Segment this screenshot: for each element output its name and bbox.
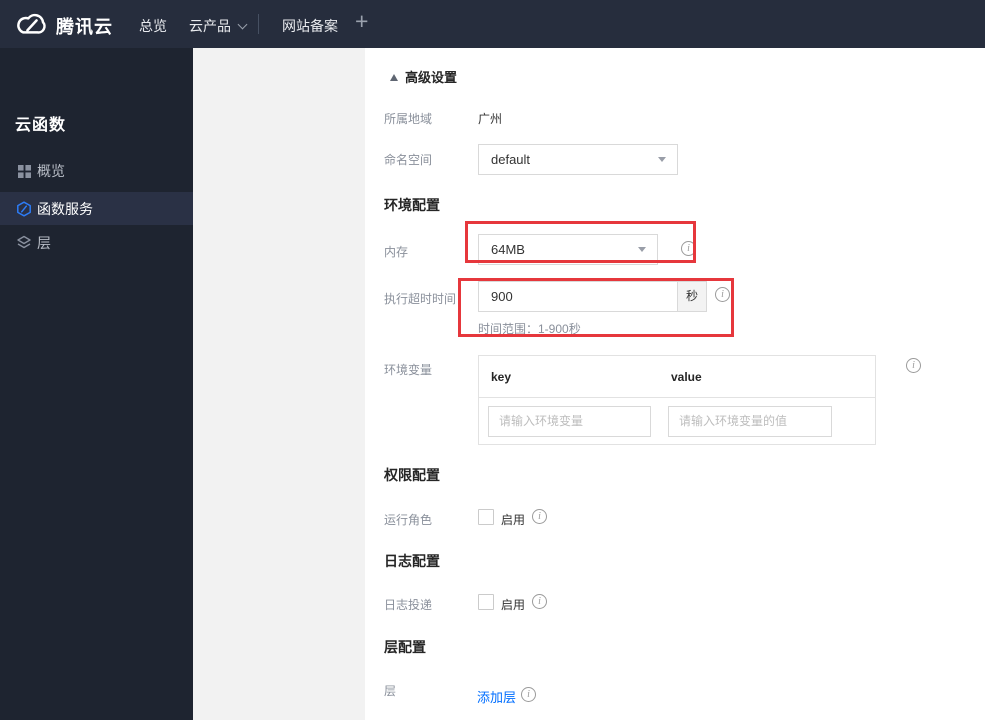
env-key-header: key bbox=[491, 369, 512, 384]
timeout-input[interactable] bbox=[479, 282, 677, 311]
caret-down-icon bbox=[658, 157, 666, 162]
log-delivery-label: 日志投递 bbox=[384, 598, 433, 612]
env-vars-table: key value bbox=[478, 355, 876, 445]
env-vars-input-row bbox=[479, 398, 875, 444]
section-env-config: 环境配置 bbox=[384, 197, 440, 213]
nav-divider bbox=[258, 14, 259, 34]
timeout-unit: 秒 bbox=[677, 282, 706, 311]
layer-info-icon[interactable]: i bbox=[521, 687, 536, 702]
env-value-input[interactable] bbox=[668, 405, 832, 437]
env-vars-label: 环境变量 bbox=[384, 363, 433, 377]
sidebar-item-functions[interactable]: 函数服务 bbox=[0, 192, 193, 225]
log-delivery-enable-label: 启用 bbox=[501, 598, 526, 612]
sidebar-item-layers[interactable]: 层 bbox=[0, 226, 193, 260]
layer-label: 层 bbox=[384, 684, 397, 698]
scf-hexagon-icon bbox=[16, 200, 32, 217]
nav-products-label: 云产品 bbox=[189, 18, 231, 34]
timeout-label: 执行超时时间 bbox=[384, 292, 457, 306]
region-value: 广州 bbox=[478, 112, 503, 126]
log-delivery-info-icon[interactable]: i bbox=[532, 594, 547, 609]
add-layer-link[interactable]: 添加层 bbox=[477, 687, 516, 706]
sidebar: 云函数 概览 函数服务 层 bbox=[0, 48, 193, 720]
sidebar-title: 云函数 bbox=[15, 117, 67, 134]
namespace-label: 命名空间 bbox=[384, 153, 433, 167]
run-role-label: 运行角色 bbox=[384, 513, 433, 527]
collapse-arrow-icon bbox=[390, 74, 398, 81]
layers-icon bbox=[16, 235, 32, 251]
namespace-selected-value: default bbox=[491, 152, 531, 167]
add-tab-button[interactable]: + bbox=[355, 8, 368, 35]
env-value-header: value bbox=[671, 369, 702, 384]
grid-icon bbox=[16, 163, 32, 179]
nav-item-icp[interactable]: 网站备案 bbox=[282, 16, 338, 36]
run-role-info-icon[interactable]: i bbox=[532, 509, 547, 524]
nav-item-products[interactable]: 云产品 bbox=[189, 16, 248, 36]
env-vars-info-icon[interactable]: i bbox=[906, 358, 921, 373]
chevron-down-icon bbox=[237, 19, 248, 30]
region-label: 所属地域 bbox=[384, 112, 433, 126]
section-log-config: 日志配置 bbox=[384, 553, 440, 569]
sidebar-item-label: 层 bbox=[37, 235, 51, 251]
env-vars-header-row: key value bbox=[479, 356, 875, 398]
sidebar-item-overview[interactable]: 概览 bbox=[0, 154, 193, 188]
timeout-input-group: 秒 bbox=[478, 281, 707, 312]
sidebar-item-label: 概览 bbox=[37, 163, 65, 179]
top-nav: 腾讯云 总览 云产品 网站备案 + bbox=[0, 0, 985, 48]
caret-down-icon bbox=[638, 247, 646, 252]
memory-info-icon[interactable]: i bbox=[681, 241, 696, 256]
memory-selected-value: 64MB bbox=[491, 242, 525, 257]
namespace-select[interactable]: default bbox=[478, 144, 678, 175]
brand-name[interactable]: 腾讯云 bbox=[56, 13, 113, 39]
section-permission-config: 权限配置 bbox=[384, 467, 440, 483]
env-key-input[interactable] bbox=[488, 405, 651, 437]
timeout-info-icon[interactable]: i bbox=[715, 287, 730, 302]
log-delivery-checkbox[interactable] bbox=[478, 594, 494, 610]
advanced-settings-toggle[interactable]: 高级设置 bbox=[390, 67, 457, 87]
section-layer-config: 层配置 bbox=[384, 639, 426, 655]
memory-label: 内存 bbox=[384, 245, 409, 259]
collapsed-list-panel bbox=[193, 48, 365, 720]
advanced-settings-label: 高级设置 bbox=[405, 70, 458, 85]
timeout-range-hint: 时间范围：1-900秒 bbox=[478, 322, 581, 336]
nav-item-overview[interactable]: 总览 bbox=[139, 16, 167, 36]
memory-select[interactable]: 64MB bbox=[478, 234, 658, 265]
tencent-cloud-logo-icon bbox=[17, 13, 46, 34]
run-role-checkbox[interactable] bbox=[478, 509, 494, 525]
sidebar-item-label: 函数服务 bbox=[37, 200, 93, 217]
run-role-enable-label: 启用 bbox=[501, 513, 526, 527]
